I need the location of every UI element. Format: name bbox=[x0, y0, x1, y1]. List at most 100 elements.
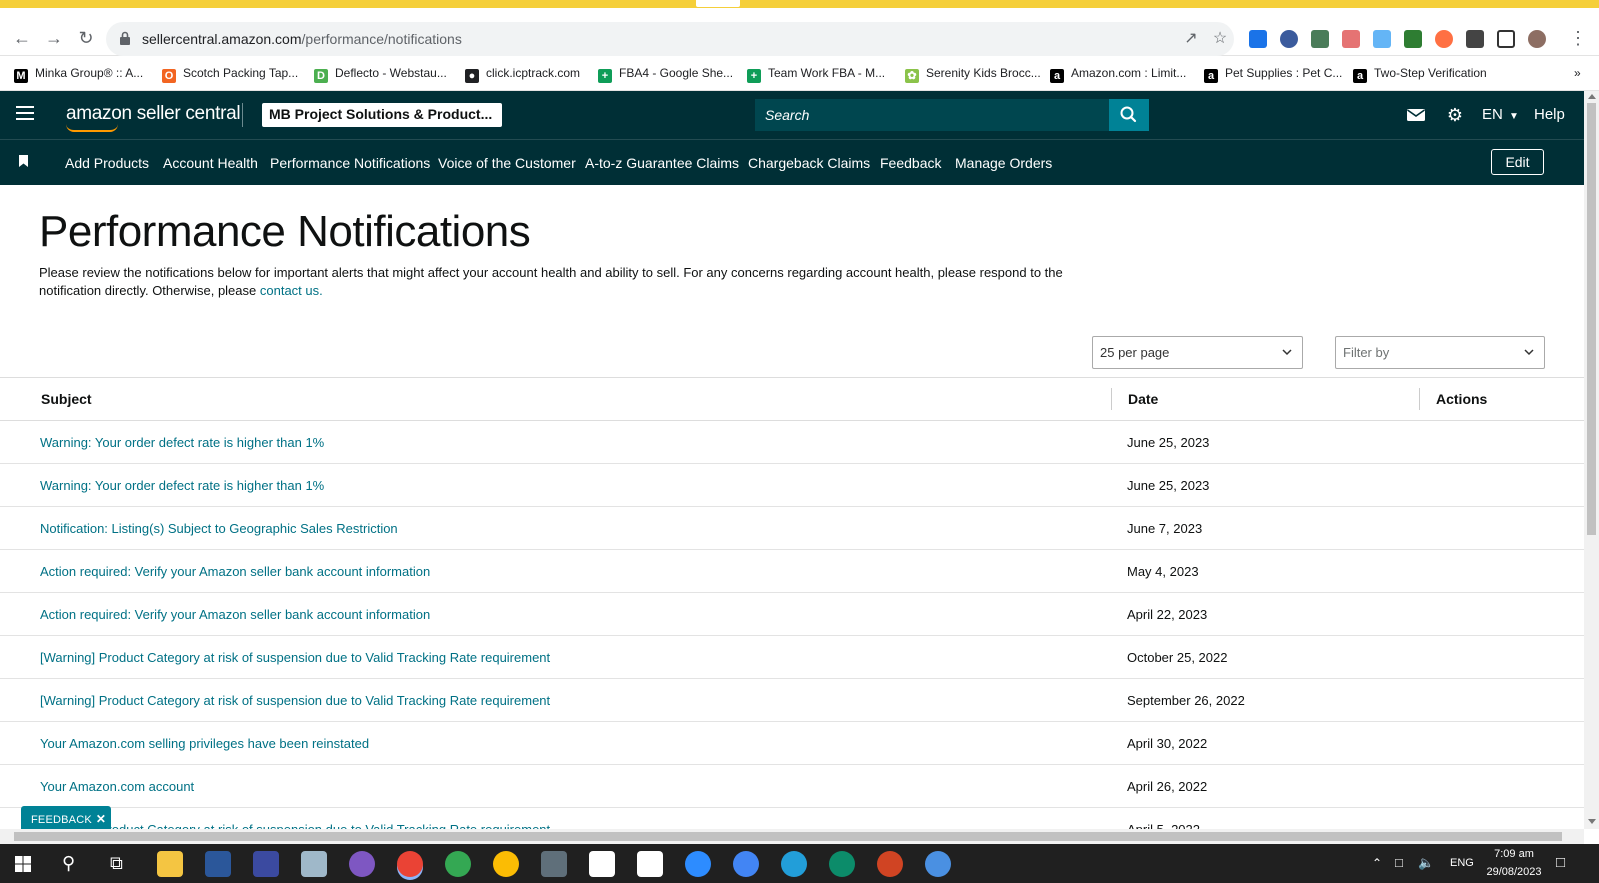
amazon-box-icon: a bbox=[1353, 69, 1367, 83]
date-column-header[interactable]: Date bbox=[1128, 391, 1158, 407]
extension-icon[interactable] bbox=[1373, 30, 1391, 48]
feedback-button[interactable]: FEEDBACK ✕ bbox=[21, 806, 111, 830]
app-icon[interactable] bbox=[925, 851, 951, 877]
nav-a-to-z-claims[interactable]: A-to-z Guarantee Claims bbox=[585, 155, 739, 171]
nav-feedback[interactable]: Feedback bbox=[880, 155, 941, 171]
search-button[interactable] bbox=[1109, 99, 1149, 131]
bookmark-item[interactable]: D Deflecto - Webstau... bbox=[314, 66, 447, 83]
back-icon[interactable]: ← bbox=[12, 28, 32, 48]
nav-performance-notifications[interactable]: Performance Notifications bbox=[270, 155, 430, 171]
bookmark-item[interactable]: ● click.icptrack.com bbox=[465, 66, 580, 83]
search-input[interactable]: Search bbox=[755, 99, 1109, 131]
notification-subject-link[interactable]: Your Amazon.com account bbox=[40, 779, 194, 794]
browser-tab-active[interactable] bbox=[696, 0, 740, 7]
task-view-icon[interactable]: ⧉ bbox=[110, 853, 123, 873]
clock-time[interactable]: 7:09 am bbox=[1474, 848, 1554, 860]
word-icon[interactable] bbox=[205, 851, 231, 877]
notification-subject-link[interactable]: [Warning] Product Category at risk of su… bbox=[40, 693, 550, 708]
chrome-icon[interactable] bbox=[445, 851, 471, 877]
chrome-icon[interactable] bbox=[733, 851, 759, 877]
notification-subject-link[interactable]: Notification: Listing(s) Subject to Geog… bbox=[40, 521, 398, 536]
nav-account-health[interactable]: Account Health bbox=[163, 155, 258, 171]
vertical-scrollbar[interactable] bbox=[1584, 91, 1599, 829]
bookmark-item[interactable]: a Amazon.com : Limit... bbox=[1050, 66, 1186, 83]
help-link[interactable]: Help bbox=[1534, 106, 1565, 123]
more-bookmarks-icon[interactable]: » bbox=[1574, 66, 1581, 80]
powerpoint-icon[interactable] bbox=[877, 851, 903, 877]
volume-icon[interactable]: 🔈 bbox=[1418, 853, 1434, 873]
zoom-icon[interactable] bbox=[685, 851, 711, 877]
forward-icon[interactable]: → bbox=[44, 28, 64, 48]
bookmark-item[interactable]: ✿ Serenity Kids Brocc... bbox=[905, 66, 1041, 83]
close-icon[interactable]: ✕ bbox=[96, 812, 106, 826]
notification-subject-link[interactable]: [Warning] Product Category at risk of su… bbox=[40, 822, 550, 829]
sidebar-icon[interactable] bbox=[1497, 30, 1515, 48]
chevron-up-icon[interactable]: ⌃ bbox=[1372, 853, 1382, 873]
hamburger-menu-icon[interactable] bbox=[16, 106, 34, 122]
app-icon[interactable] bbox=[589, 851, 615, 877]
bookmark-icon[interactable] bbox=[19, 155, 28, 167]
network-icon[interactable]: □ bbox=[1395, 853, 1403, 873]
horizontal-scrollbar[interactable] bbox=[0, 829, 1584, 844]
extension-icon[interactable] bbox=[1311, 30, 1329, 48]
notification-subject-link[interactable]: Your Amazon.com selling privileges have … bbox=[40, 736, 369, 751]
scroll-up-icon[interactable] bbox=[1588, 94, 1596, 99]
extension-icon[interactable] bbox=[1342, 30, 1360, 48]
scroll-down-icon[interactable] bbox=[1588, 819, 1596, 824]
bookmark-item[interactable]: + Team Work FBA - M... bbox=[747, 66, 885, 83]
per-page-select[interactable]: 25 per page bbox=[1092, 336, 1303, 369]
notification-subject-link[interactable]: Action required: Verify your Amazon sell… bbox=[40, 607, 430, 622]
menu-kebab-icon[interactable]: ⋮ bbox=[1568, 28, 1588, 48]
reload-icon[interactable]: ↻ bbox=[76, 28, 96, 48]
notifications-icon[interactable]: □ bbox=[1556, 853, 1565, 873]
file-explorer-icon[interactable] bbox=[157, 851, 183, 877]
nav-manage-orders[interactable]: Manage Orders bbox=[955, 155, 1052, 171]
calculator-icon[interactable] bbox=[541, 851, 567, 877]
address-bar[interactable]: sellercentral.amazon.com/performance/not… bbox=[106, 22, 1234, 56]
extension-icon[interactable] bbox=[1249, 30, 1267, 48]
bookmark-item[interactable]: + FBA4 - Google She... bbox=[598, 66, 733, 83]
share-icon[interactable]: ↗ bbox=[1182, 30, 1200, 48]
subject-column-header[interactable]: Subject bbox=[41, 391, 92, 407]
chrome-icon[interactable] bbox=[493, 851, 519, 877]
edge-icon[interactable] bbox=[829, 851, 855, 877]
app-icon[interactable] bbox=[253, 851, 279, 877]
profile-avatar[interactable] bbox=[1528, 30, 1546, 48]
scrollbar-thumb[interactable] bbox=[14, 832, 1562, 841]
filter-select[interactable]: Filter by bbox=[1335, 336, 1545, 369]
app-icon[interactable] bbox=[637, 851, 663, 877]
extension-icon[interactable] bbox=[1435, 30, 1453, 48]
app-icon[interactable] bbox=[301, 851, 327, 877]
input-language[interactable]: ENG bbox=[1450, 857, 1474, 869]
extension-icon[interactable] bbox=[1280, 30, 1298, 48]
notification-subject-link[interactable]: [Warning] Product Category at risk of su… bbox=[40, 650, 550, 665]
chrome-icon[interactable] bbox=[397, 851, 423, 877]
bookmark-item[interactable]: a Pet Supplies : Pet C... bbox=[1204, 66, 1342, 83]
search-icon[interactable]: ⚲ bbox=[62, 853, 75, 873]
windows-start-icon[interactable] bbox=[15, 856, 31, 872]
puzzle-icon[interactable] bbox=[1466, 30, 1484, 48]
nav-voice-of-customer[interactable]: Voice of the Customer bbox=[438, 155, 576, 171]
notification-subject-link[interactable]: Warning: Your order defect rate is highe… bbox=[40, 478, 324, 493]
bookmark-item[interactable]: a Two-Step Verification bbox=[1353, 66, 1487, 83]
notification-subject-link[interactable]: Action required: Verify your Amazon sell… bbox=[40, 564, 430, 579]
mail-icon[interactable] bbox=[1406, 105, 1426, 125]
notification-subject-link[interactable]: Warning: Your order defect rate is highe… bbox=[40, 435, 324, 450]
clock-date[interactable]: 29/08/2023 bbox=[1474, 866, 1554, 878]
telegram-icon[interactable] bbox=[781, 851, 807, 877]
star-icon[interactable]: ☆ bbox=[1211, 30, 1229, 48]
bookmark-item[interactable]: O Scotch Packing Tap... bbox=[162, 66, 298, 83]
table-row: Action required: Verify your Amazon sell… bbox=[0, 550, 1584, 593]
nav-add-products[interactable]: Add Products bbox=[65, 155, 149, 171]
amazon-seller-central-logo[interactable]: amazon seller central bbox=[66, 103, 241, 132]
app-icon[interactable] bbox=[349, 851, 375, 877]
account-switcher-button[interactable]: MB Project Solutions & Product... bbox=[262, 103, 502, 127]
nav-chargeback-claims[interactable]: Chargeback Claims bbox=[748, 155, 870, 171]
edit-nav-button[interactable]: Edit bbox=[1491, 149, 1544, 175]
scrollbar-thumb[interactable] bbox=[1587, 103, 1596, 535]
language-selector[interactable]: EN ▼ bbox=[1482, 106, 1519, 123]
gear-icon[interactable]: ⚙ bbox=[1445, 105, 1465, 125]
extension-icon[interactable] bbox=[1404, 30, 1422, 48]
bookmark-item[interactable]: M Minka Group® :: A... bbox=[14, 66, 143, 83]
contact-us-link[interactable]: contact us. bbox=[260, 283, 323, 298]
